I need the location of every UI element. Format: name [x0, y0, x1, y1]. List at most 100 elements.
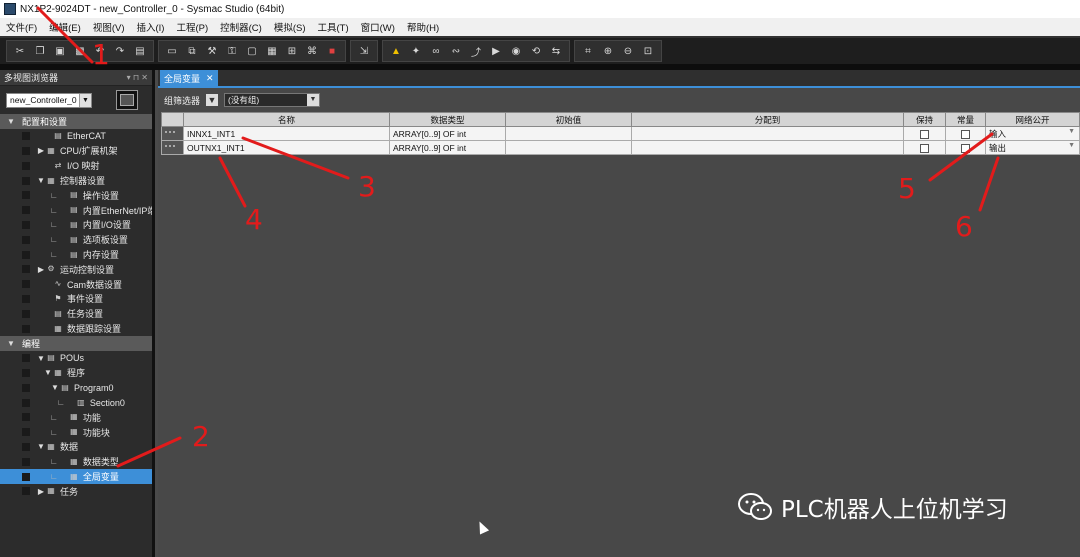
expand-arrow-icon[interactable]: ▼: [36, 354, 46, 363]
filter-icon[interactable]: ▼: [206, 94, 219, 106]
menu-project[interactable]: 工程(P): [170, 20, 214, 34]
step-over-icon[interactable]: ∾: [446, 42, 466, 60]
run-icon[interactable]: ▶: [486, 42, 506, 60]
row-handle[interactable]: [161, 126, 184, 141]
column-constant[interactable]: 常量: [945, 112, 986, 127]
chevron-down-icon[interactable]: ▼: [1068, 128, 1075, 140]
table-row[interactable]: OUTNX1_INT1 ARRAY[0..9] OF int 输出 ▼: [161, 140, 1080, 155]
window-icon[interactable]: ▢: [242, 42, 262, 60]
menu-window[interactable]: 窗口(W): [355, 20, 401, 34]
retain-checkbox[interactable]: [920, 129, 929, 139]
expand-arrow-icon[interactable]: ▶: [36, 265, 46, 274]
constant-checkbox[interactable]: [961, 129, 970, 139]
tree-item[interactable]: ∟ ▤ 内置I/O设置: [0, 218, 152, 233]
paste-icon[interactable]: ▣: [50, 42, 70, 60]
tree-item[interactable]: ▤ EtherCAT: [0, 129, 152, 144]
chevron-down-icon[interactable]: ▼: [79, 93, 91, 107]
close-icon[interactable]: ✕: [206, 73, 214, 84]
cell-retain[interactable]: [903, 126, 946, 141]
warning-icon[interactable]: ▲: [386, 42, 406, 60]
3d-icon[interactable]: ▭: [162, 42, 182, 60]
step-out-icon[interactable]: ⤴: [466, 42, 486, 60]
tree-item[interactable]: ▶ ⚙ 运动控制设置: [0, 262, 152, 277]
tree-item[interactable]: ∟ ▤ 内存设置: [0, 247, 152, 262]
print-icon[interactable]: ▤: [130, 42, 150, 60]
tree-item[interactable]: ▶ ▦ 任务: [0, 484, 152, 499]
controller-status-icon[interactable]: [116, 90, 138, 110]
cell-name[interactable]: INNX1_INT1: [183, 126, 390, 141]
expand-arrow-icon[interactable]: ▼: [6, 117, 16, 126]
cell-network-publish[interactable]: 输出 ▼: [985, 140, 1080, 155]
pin-icon[interactable]: ▾ ⊓ ✕: [127, 73, 148, 82]
cell-name[interactable]: OUTNX1_INT1: [183, 140, 390, 155]
cell-initial-value[interactable]: [505, 140, 632, 155]
reset-icon[interactable]: ⟲: [526, 42, 546, 60]
tree-item[interactable]: ▼ ▤ POUs: [0, 351, 152, 366]
zoom-in-icon[interactable]: ⊕: [598, 42, 618, 60]
constant-checkbox[interactable]: [961, 143, 970, 153]
expand-arrow-icon[interactable]: ▶: [36, 487, 46, 496]
tree-item[interactable]: ∟ ▥ Section0: [0, 395, 152, 410]
controller-select[interactable]: new_Controller_0 ▼: [6, 92, 92, 108]
layout-icon[interactable]: ▦: [262, 42, 282, 60]
zoom-out-icon[interactable]: ⊖: [618, 42, 638, 60]
group-select[interactable]: (没有组) ▼: [224, 93, 321, 107]
stop-icon[interactable]: ■: [322, 42, 342, 60]
tree-item[interactable]: ∟ ▤ 选项板设置: [0, 232, 152, 247]
wrench-icon[interactable]: ⚒: [202, 42, 222, 60]
tree-item[interactable]: ▦ 数据跟踪设置: [0, 321, 152, 336]
column-retain[interactable]: 保持: [903, 112, 946, 127]
row-handle[interactable]: [161, 140, 184, 155]
column-network-publish[interactable]: 网络公开: [985, 112, 1080, 127]
menu-simulation[interactable]: 模拟(S): [268, 20, 312, 34]
network-icon[interactable]: ⊞: [282, 42, 302, 60]
sync-icon[interactable]: ⇆: [546, 42, 566, 60]
expand-arrow-icon[interactable]: ▼: [43, 368, 53, 377]
menu-insert[interactable]: 插入(I): [130, 20, 170, 34]
step-icon[interactable]: ∞: [426, 42, 446, 60]
cell-data-type[interactable]: ARRAY[0..9] OF int: [389, 126, 506, 141]
tree-item[interactable]: ▼ ▦ 控制器设置: [0, 173, 152, 188]
tree-item[interactable]: ∟ ▦ 数据类型: [0, 454, 152, 469]
tree-item[interactable]: ∟ ▤ 操作设置: [0, 188, 152, 203]
column-initial-value[interactable]: 初始值: [505, 112, 632, 127]
cell-retain[interactable]: [903, 140, 946, 155]
tree-item[interactable]: ▼ ▦ 数据: [0, 440, 152, 455]
column-name[interactable]: 名称: [183, 112, 390, 127]
menu-controller[interactable]: 控制器(C): [214, 20, 268, 34]
cut-icon[interactable]: ✂: [10, 42, 30, 60]
cross-reference-icon[interactable]: ⚿: [222, 42, 242, 60]
expand-arrow-icon[interactable]: ▼: [6, 339, 16, 348]
cell-assign-to[interactable]: [631, 126, 904, 141]
tree-item[interactable]: ▼ ▦ 程序: [0, 366, 152, 381]
tree-item[interactable]: ▤ 任务设置: [0, 306, 152, 321]
pause-icon[interactable]: ◉: [506, 42, 526, 60]
cell-assign-to[interactable]: [631, 140, 904, 155]
tree-item[interactable]: ∟ ▤ 内置EtherNet/IP端口: [0, 203, 152, 218]
cell-constant[interactable]: [945, 140, 986, 155]
cell-network-publish[interactable]: 输入 ▼: [985, 126, 1080, 141]
menu-file[interactable]: 文件(F): [0, 20, 43, 34]
menu-edit[interactable]: 编辑(E): [43, 20, 87, 34]
tree-item[interactable]: ⚑ 事件设置: [0, 292, 152, 307]
tree-item[interactable]: ∟ ▦ 功能: [0, 410, 152, 425]
cell-constant[interactable]: [945, 126, 986, 141]
tree-item[interactable]: ⇄ I/O 映射: [0, 158, 152, 173]
breakpoint-icon[interactable]: ✦: [406, 42, 426, 60]
expand-arrow-icon[interactable]: ▼: [36, 176, 46, 185]
fit-icon[interactable]: ⌗: [578, 42, 598, 60]
zoom-reset-icon[interactable]: ⊡: [638, 42, 658, 60]
tree-item[interactable]: ▶ ▦ CPU/扩展机架: [0, 144, 152, 159]
tree-item[interactable]: ∿ Cam数据设置: [0, 277, 152, 292]
build-icon[interactable]: ⧉: [182, 42, 202, 60]
retain-checkbox[interactable]: [920, 143, 929, 153]
cursor-tool-icon[interactable]: ⇲: [354, 42, 374, 60]
menu-view[interactable]: 视图(V): [87, 20, 131, 34]
cell-data-type[interactable]: ARRAY[0..9] OF int: [389, 140, 506, 155]
tab-global-variables[interactable]: 全局变量 ✕: [160, 70, 218, 86]
expand-arrow-icon[interactable]: ▼: [36, 442, 46, 451]
table-row[interactable]: INNX1_INT1 ARRAY[0..9] OF int 输入 ▼: [161, 126, 1080, 141]
menu-help[interactable]: 帮助(H): [401, 20, 445, 34]
binoculars-icon[interactable]: ⌘: [302, 42, 322, 60]
tree-item[interactable]: ∟ ▦ 功能块: [0, 425, 152, 440]
